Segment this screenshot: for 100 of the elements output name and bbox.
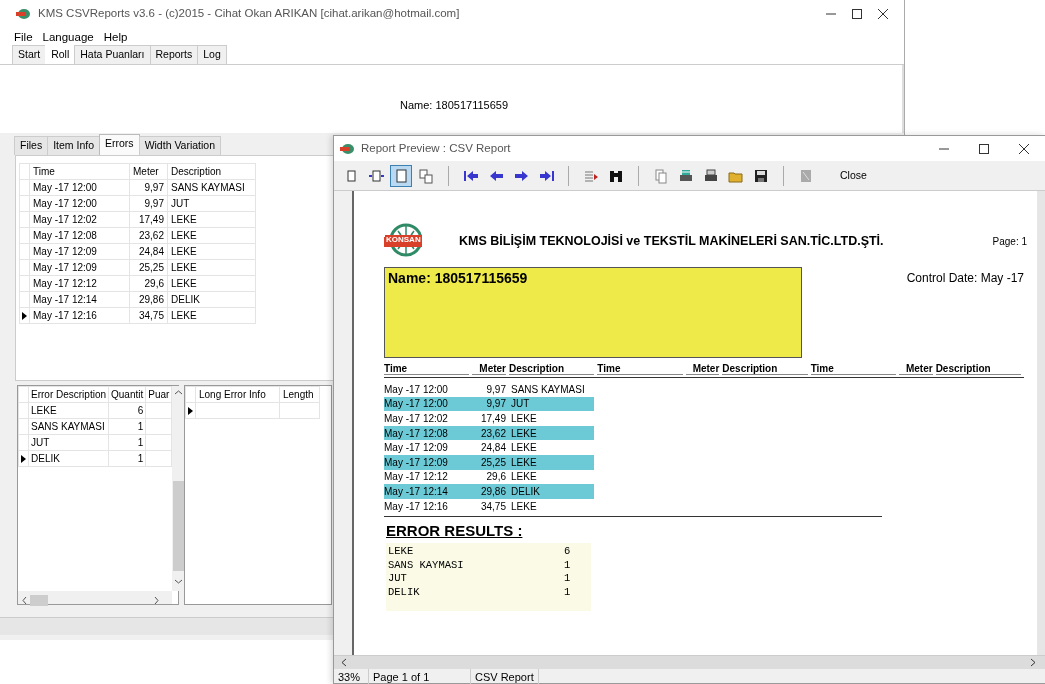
result-count: 1: [564, 584, 571, 599]
table-cell: 25,25: [129, 259, 168, 276]
tab[interactable]: Width Variation: [138, 136, 222, 155]
result-label: SANS KAYMASI: [388, 557, 465, 572]
result-count: 1: [564, 571, 571, 585]
table-cell-text: 23,62: [479, 426, 506, 441]
window-title: Report Preview : CSV Report: [361, 140, 511, 156]
table-cell-text: LEKE: [511, 441, 537, 456]
table-cell: 34,75: [129, 307, 168, 324]
table-cell-text: 29,6: [485, 470, 506, 485]
column-header[interactable]: Meter: [129, 163, 168, 180]
table-cell-text: May -17 12:09: [384, 441, 449, 456]
table-cell-text: May -17 12:08: [384, 426, 449, 441]
column-header[interactable]: Long Error Info: [195, 386, 280, 403]
column-header[interactable]: Error Description: [28, 386, 109, 403]
tab[interactable]: Reports: [149, 45, 199, 64]
table-cell-text: 24,84: [479, 441, 506, 456]
table-cell: May -17 12:00: [29, 179, 130, 196]
tab[interactable]: Errors: [99, 134, 140, 155]
table-cell-text: DELIK: [511, 484, 540, 499]
column-header[interactable]: Time: [29, 163, 130, 180]
column-header[interactable]: Length: [279, 386, 320, 403]
table-cell: May -17 12:12: [29, 275, 130, 292]
table-cell-text: 29,86: [479, 484, 506, 499]
table-cell: 29,86: [129, 291, 168, 308]
scrollbar[interactable]: [1037, 191, 1045, 655]
app-icon: [340, 141, 356, 156]
table-cell: May -17 12:09: [29, 243, 130, 260]
logo-text: KONSAN: [385, 235, 422, 245]
table-cell: 1: [108, 450, 146, 467]
table-cell: LEKE: [167, 259, 256, 276]
table-cell: LEKE: [28, 402, 109, 419]
table-cell: 1: [108, 418, 146, 435]
table-cell: JUT: [28, 434, 109, 451]
table-cell: 9,97: [129, 195, 168, 212]
tab[interactable]: Start: [12, 45, 47, 64]
menu-item[interactable]: Help: [103, 28, 128, 47]
column-header[interactable]: Quantit: [108, 386, 146, 403]
column-header: Time: [810, 361, 896, 375]
table-cell: 24,84: [129, 243, 168, 260]
scrollbar[interactable]: [334, 656, 1045, 669]
tab[interactable]: Log: [197, 45, 227, 64]
column-header: Time: [384, 361, 470, 375]
table-cell: SANS KAYMASI: [167, 179, 256, 196]
table-cell-text: 9,97: [485, 397, 506, 412]
table-cell-text: LEKE: [511, 470, 537, 485]
tab[interactable]: Hata Puanları: [74, 45, 151, 64]
control-date: Control Date: May -17: [906, 270, 1024, 287]
table-cell: LEKE: [167, 275, 256, 292]
column-header: Meter: [898, 361, 933, 375]
table-cell: May -17 12:00: [29, 195, 130, 212]
table-cell-text: May -17 12:09: [384, 455, 449, 470]
tab[interactable]: Files: [14, 136, 49, 155]
column-header[interactable]: Description: [167, 163, 256, 180]
table-cell: DELIK: [28, 450, 109, 467]
column-header: Meter: [472, 361, 506, 375]
column-header: Description: [935, 361, 1021, 375]
result-label: JUT: [388, 571, 408, 585]
table-cell-text: 17,49: [479, 412, 506, 426]
maximize-icon[interactable]: [977, 141, 991, 156]
menu-item[interactable]: Language: [42, 28, 94, 47]
table-cell: LEKE: [167, 307, 256, 324]
result-count: 6: [564, 543, 571, 558]
table-cell-text: May -17 12:12: [384, 470, 449, 485]
table-cell: JUT: [167, 195, 256, 212]
app-icon: [16, 7, 32, 21]
close-icon[interactable]: [876, 7, 890, 21]
name-label: Name: 180517115659: [400, 99, 509, 111]
table-cell-text: 25,25: [479, 455, 506, 470]
table-cell: 29,6: [129, 275, 168, 292]
table-cell-text: LEKE: [511, 426, 537, 441]
table-cell-text: LEKE: [511, 455, 537, 470]
scrollbar[interactable]: [18, 591, 173, 604]
menu-item[interactable]: File: [14, 28, 33, 47]
status-text: 33%: [334, 668, 369, 684]
table-cell: LEKE: [167, 211, 256, 228]
tab[interactable]: Item Info: [47, 136, 101, 155]
table-cell: 23,62: [129, 227, 168, 244]
results-heading: ERROR RESULTS :: [386, 521, 523, 542]
table-cell-text: JUT: [511, 397, 530, 412]
table-cell: May -17 12:02: [29, 211, 130, 228]
close-button[interactable]: Close: [836, 165, 871, 186]
close-icon[interactable]: [1017, 141, 1031, 156]
column-header: Description: [722, 361, 808, 375]
table-cell: DELIK: [167, 291, 256, 308]
report-name: Name: 180517115659: [388, 270, 528, 286]
table-cell: LEKE: [167, 243, 256, 260]
table-cell-text: May -17 12:14: [384, 484, 449, 499]
table-cell-text: May -17 12:16: [384, 499, 449, 514]
maximize-icon[interactable]: [850, 7, 864, 21]
table-cell: May -17 12:09: [29, 259, 130, 276]
table-cell-text: 34,75: [479, 499, 506, 514]
table-cell: May -17 12:16: [29, 307, 130, 324]
result-label: LEKE: [388, 543, 415, 558]
column-header: Meter: [685, 361, 720, 375]
table-cell: 1: [108, 434, 146, 451]
column-header[interactable]: Puar: [145, 386, 172, 403]
table-cell-text: May -17 12:00: [384, 382, 449, 397]
table-cell-text: May -17 12:00: [384, 397, 449, 412]
table-cell: 6: [108, 402, 146, 419]
